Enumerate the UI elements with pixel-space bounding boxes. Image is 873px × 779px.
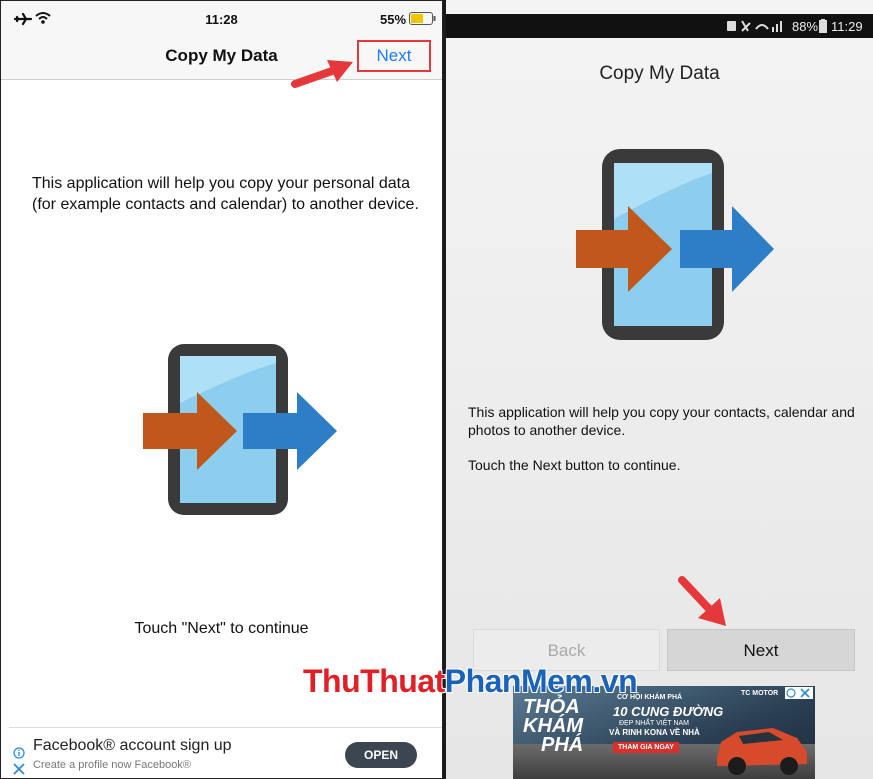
battery-icon	[409, 12, 436, 25]
ad-choices-icon[interactable]	[13, 747, 25, 777]
ad-slogan: THỎA KHÁM PHÁ	[523, 697, 584, 756]
android-battery-percent: 88%	[792, 19, 819, 34]
page-title: Copy My Data	[599, 63, 720, 84]
ad-banner[interactable]: Facebook® account sign up Create a profi…	[9, 727, 442, 778]
description-text: This application will help you copy your…	[468, 404, 855, 438]
ad-headline: 10 CUNG ĐƯỜNG	[613, 704, 724, 719]
ad-title: Facebook® account sign up	[33, 737, 232, 754]
ad-sub2: VÀ RINH KONA VỀ NHÀ	[609, 728, 700, 737]
continue-instruction: Touch "Next" to continue	[134, 620, 309, 637]
pointer-arrow-icon	[678, 576, 726, 626]
description-text: This application will help you copy your…	[32, 175, 419, 213]
ad-close-icon[interactable]	[785, 687, 813, 699]
watermark-part3: .vn	[592, 663, 638, 699]
status-icons	[727, 20, 782, 32]
continue-instruction: Touch the Next button to continue.	[468, 457, 681, 473]
pointer-arrow-icon	[291, 60, 353, 88]
ad-subtitle: Create a profile now Facebook®	[33, 759, 191, 771]
android-clock: 11:29	[831, 19, 863, 34]
ios-status-bar: 11:28 55%	[1, 1, 442, 35]
android-status-bar: 88% 11:29	[446, 14, 873, 38]
copy-data-illustration	[576, 149, 774, 340]
next-button[interactable]: Next	[357, 40, 431, 72]
ad-brand: TC MOTOR	[741, 690, 779, 697]
ad-cta[interactable]: THAM GIA NGAY	[613, 742, 679, 753]
car-icon	[717, 728, 807, 775]
battery-icon	[819, 19, 827, 33]
ad-slogan-line3: PHÁ	[541, 734, 584, 756]
next-button[interactable]: Next	[667, 629, 855, 671]
watermark: ThuThuatPhanMem.vn	[303, 663, 638, 700]
watermark-part1: ThuThuat	[303, 663, 445, 699]
ios-battery-percent: 55%	[380, 12, 407, 27]
ad-sub1: ĐẸP NHẤT VIỆT NAM	[619, 720, 690, 727]
ad-open-button[interactable]: OPEN	[345, 742, 417, 768]
copy-data-illustration	[143, 344, 337, 515]
watermark-part2: PhanMem	[444, 663, 593, 699]
ios-clock: 11:28	[205, 12, 238, 27]
